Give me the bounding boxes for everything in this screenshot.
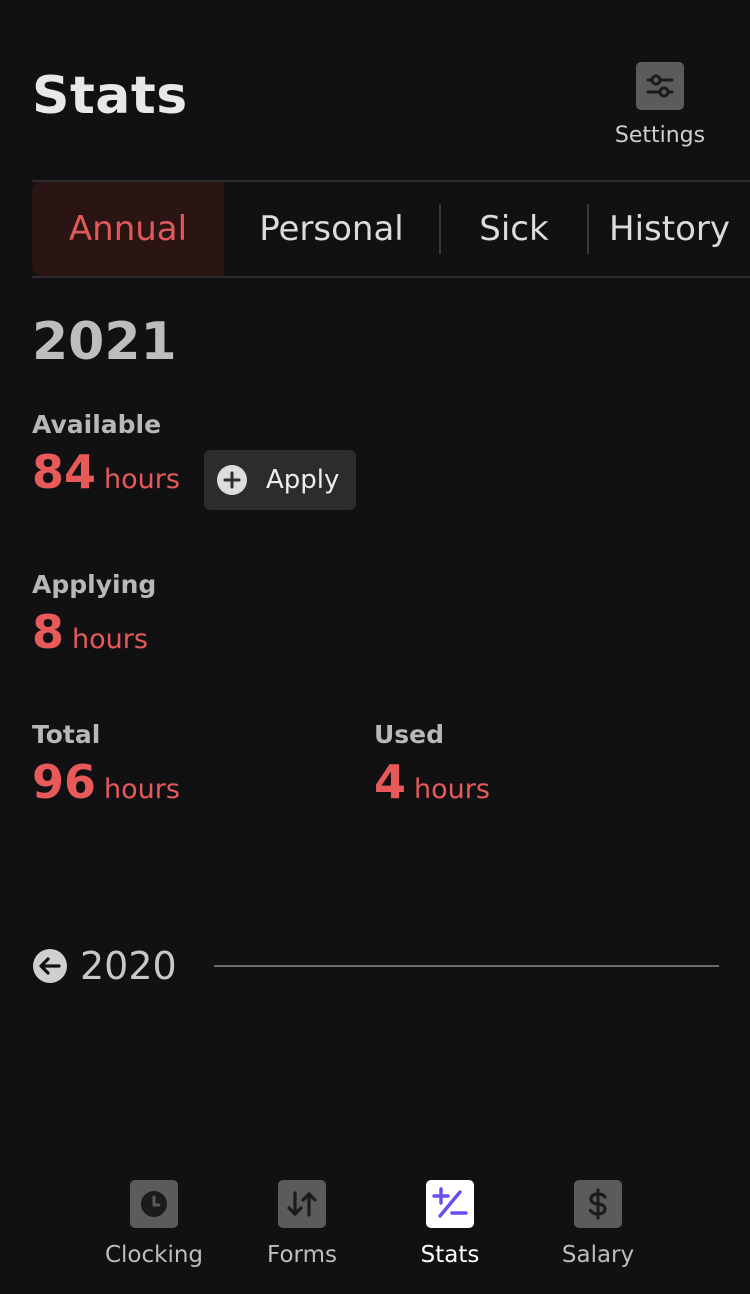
leave-type-tabs: Annual Personal Sick History (32, 180, 750, 278)
stat-available: Available 84 hours (32, 410, 180, 500)
plus-circle-icon (217, 465, 247, 495)
nav-label: Stats (420, 1242, 480, 1268)
stat-label: Total (32, 720, 101, 749)
tab-personal[interactable]: Personal (224, 182, 439, 276)
stat-value: 84 (32, 445, 97, 499)
nav-item-stats[interactable]: Stats (380, 1180, 520, 1268)
apply-label: Apply (266, 465, 340, 495)
bottom-nav: Clocking Forms Stats Salary (0, 1180, 750, 1280)
stat-used: Used 4 hours (374, 720, 490, 810)
arrow-left-circle-icon (33, 949, 67, 983)
stat-total: Total 96 hours (32, 720, 180, 810)
stat-value: 8 (32, 605, 65, 659)
stat-value: 96 (32, 755, 97, 809)
stat-applying: Applying 8 hours (32, 570, 156, 660)
year-heading: 2021 (32, 312, 177, 372)
stat-label: Available (32, 410, 162, 439)
nav-label: Clocking (104, 1242, 204, 1268)
clock-icon (130, 1180, 178, 1228)
settings-button[interactable]: Settings (606, 62, 714, 162)
stat-value: 4 (374, 755, 407, 809)
dollar-icon (574, 1180, 622, 1228)
tab-sick[interactable]: Sick (441, 182, 587, 276)
previous-year-button[interactable]: 2020 (32, 940, 177, 992)
sliders-icon (636, 62, 684, 110)
stat-unit: hours (104, 774, 180, 805)
stat-unit: hours (104, 464, 180, 495)
previous-year-label: 2020 (80, 944, 177, 988)
plus-minus-icon (426, 1180, 474, 1228)
nav-label: Forms (267, 1242, 337, 1268)
tab-history[interactable]: History (589, 182, 750, 276)
settings-label: Settings (614, 123, 706, 148)
apply-button[interactable]: Apply (204, 450, 356, 510)
sort-arrows-icon (278, 1180, 326, 1228)
tab-annual[interactable]: Annual (32, 182, 224, 276)
page-title: Stats (32, 66, 188, 126)
stat-unit: hours (72, 624, 148, 655)
nav-label: Salary (561, 1242, 635, 1268)
stat-label: Used (374, 720, 445, 749)
stat-label: Applying (32, 570, 157, 599)
divider-line (214, 965, 719, 967)
nav-item-salary[interactable]: Salary (528, 1180, 668, 1268)
stat-unit: hours (414, 774, 490, 805)
nav-item-forms[interactable]: Forms (232, 1180, 372, 1268)
nav-item-clocking[interactable]: Clocking (84, 1180, 224, 1268)
